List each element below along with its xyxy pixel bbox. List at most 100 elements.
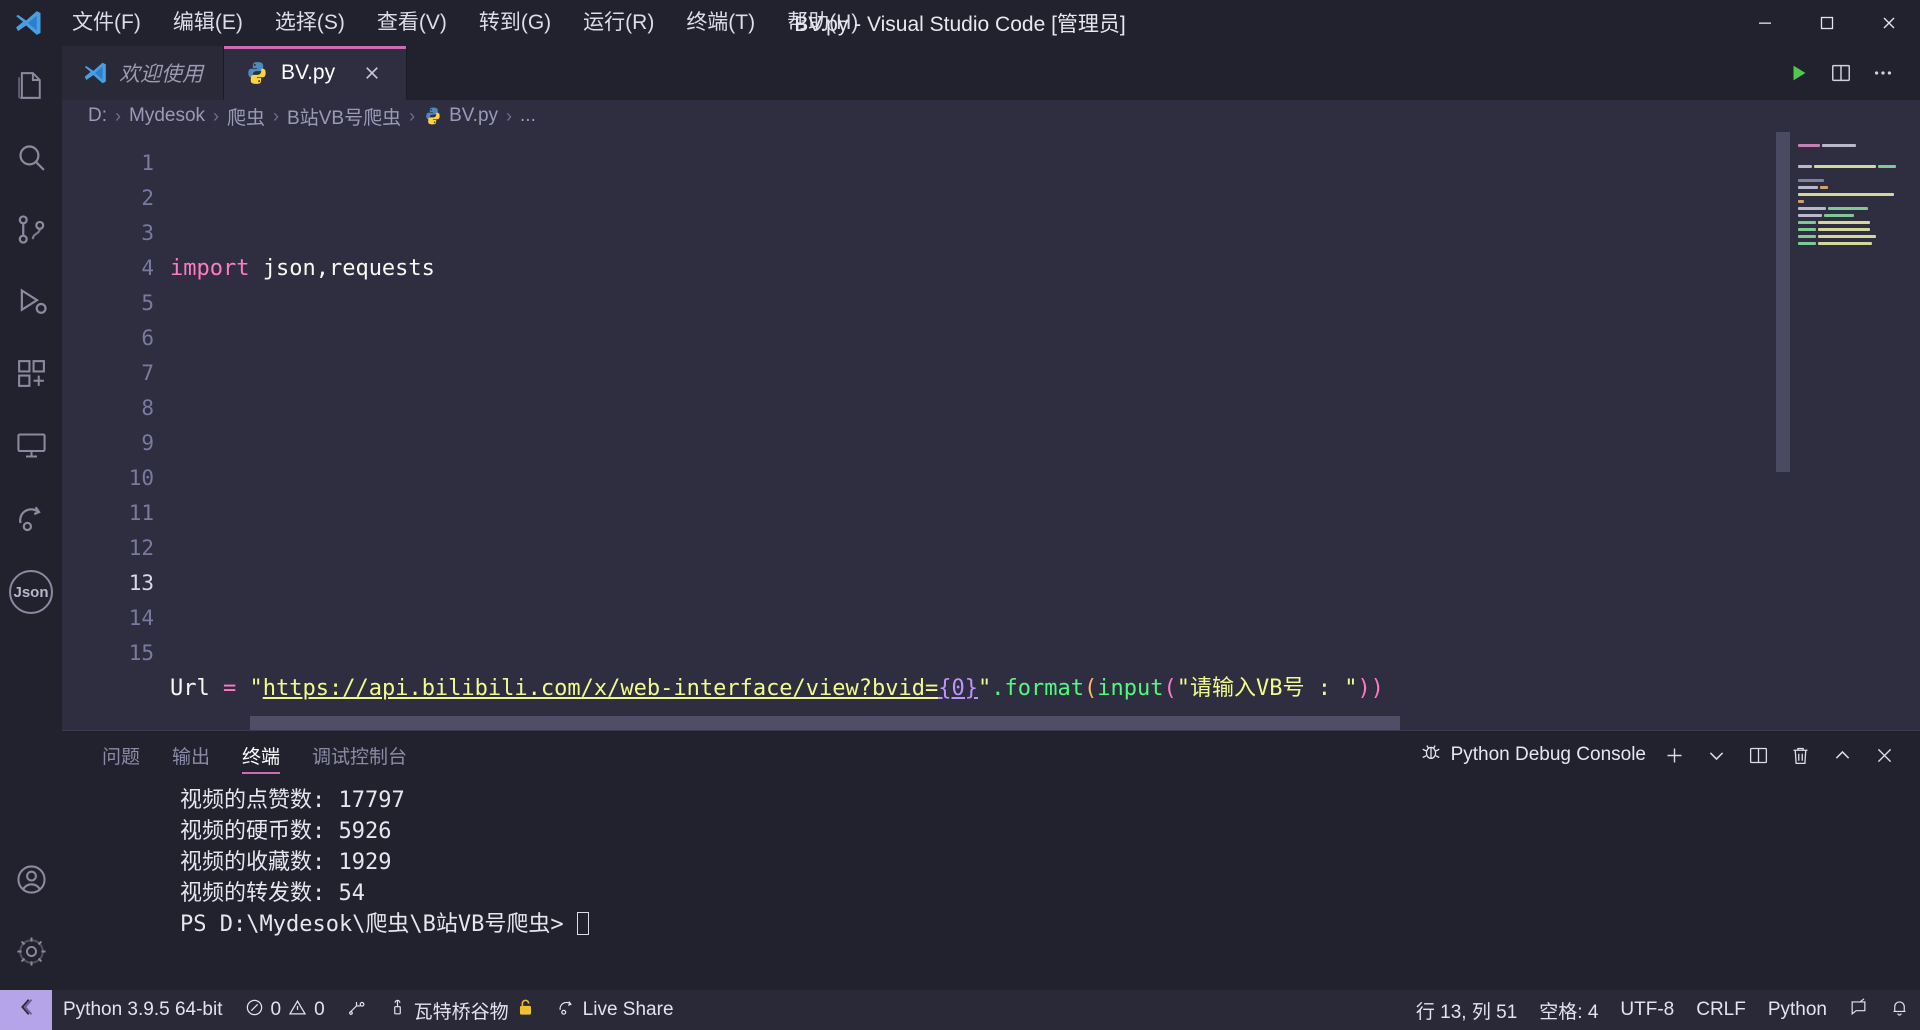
token-prompt-string: "请输入VB号 : "	[1176, 676, 1358, 701]
token-var-url: Url	[170, 676, 210, 701]
breadcrumb-item-1[interactable]: Mydesok	[129, 105, 205, 127]
line-number: 5	[141, 291, 154, 315]
status-python-interpreter[interactable]: Python 3.9.5 64-bit	[52, 990, 234, 1030]
status-watt-toolkit[interactable]: 瓦特桥谷物	[377, 990, 546, 1030]
line-number: 8	[141, 396, 154, 420]
breadcrumb-item-0[interactable]: D:	[88, 105, 107, 127]
status-ports[interactable]	[336, 990, 377, 1030]
vscode-window: 文件(F) 编辑(E) 选择(S) 查看(V) 转到(G) 运行(R) 终端(T…	[0, 0, 1920, 1030]
token-quote: "	[978, 676, 992, 701]
status-indentation[interactable]: 空格: 4	[1528, 990, 1609, 1030]
editor-tab-bar: 欢迎使用 BV.py	[62, 46, 1920, 100]
token-paren: (	[1083, 676, 1098, 701]
status-feedback[interactable]	[1838, 990, 1879, 1030]
tab-problems[interactable]: 问题	[88, 731, 154, 779]
status-language-mode[interactable]: Python	[1757, 990, 1838, 1030]
python-icon	[244, 60, 270, 86]
breadcrumb-item-2[interactable]: 爬虫	[227, 103, 265, 130]
editor-vertical-scrollbar[interactable]	[1776, 132, 1790, 730]
sidebar-item-explorer[interactable]	[0, 52, 62, 124]
line-number: 10	[128, 466, 154, 490]
code-line-4: Url = "https://api.bilibili.com/x/web-in…	[170, 671, 1920, 706]
scrollbar-thumb[interactable]	[1776, 132, 1790, 472]
menu-selection[interactable]: 选择(S)	[261, 6, 359, 39]
source-control-icon	[15, 213, 48, 251]
python-icon	[423, 106, 443, 126]
panel-tab-list: 问题 输出 终端 调试控制台	[88, 731, 421, 779]
tab-terminal[interactable]: 终端	[228, 731, 294, 779]
close-panel-button[interactable]	[1866, 737, 1902, 773]
indentation-label: 空格: 4	[1539, 1001, 1599, 1023]
watt-icon	[388, 998, 407, 1023]
live-share-icon	[557, 998, 576, 1023]
error-icon	[245, 998, 264, 1023]
menu-file[interactable]: 文件(F)	[58, 6, 155, 39]
menu-edit[interactable]: 编辑(E)	[159, 6, 257, 39]
editor-minimap[interactable]	[1790, 132, 1920, 730]
tab-close-icon[interactable]	[358, 59, 386, 87]
close-button[interactable]	[1858, 0, 1920, 46]
code-content[interactable]: import json,requests Url = "https://api.…	[154, 132, 1920, 730]
token-modules: json,requests	[249, 256, 435, 281]
status-eol[interactable]: CRLF	[1685, 990, 1757, 1030]
code-editor[interactable]: 1 2 3 4 5 6 7 8 9 10 11 12 13 14 15 impo…	[62, 132, 1920, 730]
bottom-panel: 问题 输出 终端 调试控制台 Python Debug Console 视频的点…	[62, 730, 1920, 990]
minimize-button[interactable]	[1734, 0, 1796, 46]
sidebar-item-remote-explorer[interactable]	[0, 412, 62, 484]
sidebar-item-json-tools[interactable]: Json	[0, 556, 62, 628]
status-cursor-position[interactable]: 行 13, 列 51	[1405, 990, 1528, 1030]
menu-bar[interactable]: 文件(F) 编辑(E) 选择(S) 查看(V) 转到(G) 运行(R) 终端(T…	[56, 0, 874, 46]
menu-view[interactable]: 查看(V)	[363, 6, 461, 39]
tab-output[interactable]: 输出	[158, 731, 224, 779]
maximize-panel-button[interactable]	[1824, 737, 1860, 773]
status-notifications[interactable]	[1879, 990, 1920, 1030]
trash-icon[interactable]	[1782, 737, 1818, 773]
terminal-cursor	[576, 912, 589, 935]
scrollbar-thumb[interactable]	[250, 716, 1400, 730]
sidebar-item-live-share[interactable]	[0, 484, 62, 556]
menu-help[interactable]: 帮助(H)	[773, 6, 872, 39]
terminal-line: 视频的硬币数: 5926	[180, 819, 392, 844]
token-format-placeholder: {0}	[938, 676, 979, 701]
sidebar-item-accounts[interactable]	[0, 846, 62, 918]
remote-window-button[interactable]	[0, 990, 52, 1030]
terminal-line: 视频的转发数: 54	[180, 881, 365, 906]
status-problems[interactable]: 0 0	[234, 990, 336, 1030]
code-line-1: import json,requests	[170, 251, 1920, 286]
encoding-label: UTF-8	[1620, 999, 1675, 1020]
tab-welcome[interactable]: 欢迎使用	[62, 46, 224, 100]
tab-bv-py[interactable]: BV.py	[224, 46, 408, 100]
split-terminal-button[interactable]	[1740, 737, 1776, 773]
menu-go[interactable]: 转到(G)	[465, 6, 565, 39]
vscode-icon	[82, 60, 108, 86]
extensions-icon	[15, 357, 48, 395]
breadcrumb-item-5[interactable]: ...	[520, 105, 536, 127]
sidebar-item-run-and-debug[interactable]	[0, 268, 62, 340]
menu-terminal[interactable]: 终端(T)	[672, 6, 769, 39]
split-editor-button[interactable]	[1822, 54, 1860, 92]
status-live-share[interactable]: Live Share	[546, 990, 685, 1030]
breadcrumb-item-4[interactable]: BV.py	[449, 105, 498, 127]
warning-icon	[288, 998, 307, 1023]
run-debug-icon	[15, 285, 48, 323]
live-share-label: Live Share	[582, 999, 674, 1020]
breadcrumb-item-3[interactable]: B站VB号爬虫	[287, 103, 401, 130]
breadcrumb-separator: ›	[213, 105, 220, 126]
sidebar-item-extensions[interactable]	[0, 340, 62, 412]
terminal-selector[interactable]: Python Debug Console	[1416, 741, 1650, 769]
maximize-button[interactable]	[1796, 0, 1858, 46]
status-encoding[interactable]: UTF-8	[1609, 990, 1685, 1030]
sidebar-item-settings[interactable]	[0, 918, 62, 990]
editor-horizontal-scrollbar[interactable]	[170, 716, 1776, 730]
chevron-down-icon[interactable]	[1698, 737, 1734, 773]
sidebar-item-search[interactable]	[0, 124, 62, 196]
terminal-output[interactable]: 视频的点赞数: 17797 视频的硬币数: 5926 视频的收藏数: 1929 视频的…	[62, 779, 1920, 990]
new-terminal-button[interactable]	[1656, 737, 1692, 773]
run-python-file-button[interactable]	[1780, 54, 1818, 92]
sidebar-item-source-control[interactable]	[0, 196, 62, 268]
tab-debug-console[interactable]: 调试控制台	[298, 731, 421, 779]
more-actions-button[interactable]	[1864, 54, 1902, 92]
menu-run[interactable]: 运行(R)	[569, 6, 668, 39]
line-number: 7	[141, 361, 154, 385]
